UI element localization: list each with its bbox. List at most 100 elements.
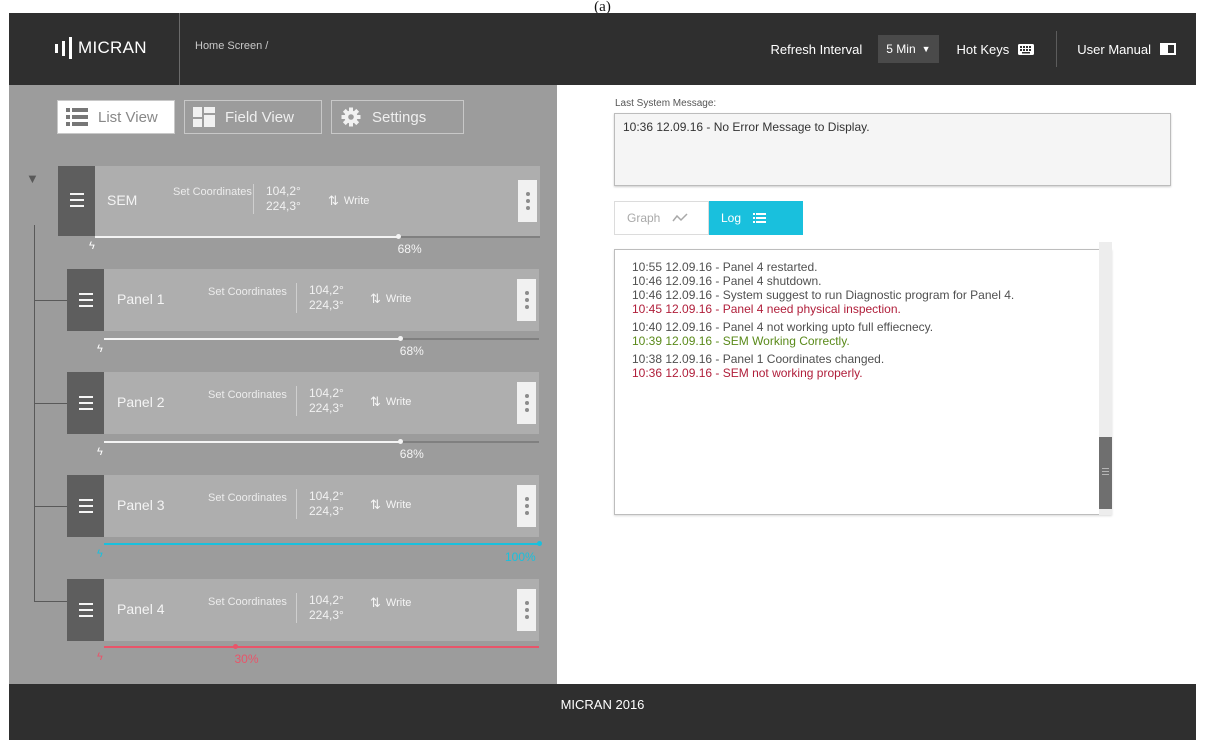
drag-handle[interactable]	[58, 166, 95, 236]
set-coordinates-label: Set Coordinates	[173, 186, 252, 198]
device-card-sem[interactable]: SEM Set Coordinates 104,2° 224,3° ⇅ Write	[58, 166, 540, 236]
drag-handle[interactable]	[67, 475, 104, 537]
more-options-icon[interactable]	[517, 485, 536, 527]
more-options-icon[interactable]	[517, 382, 536, 424]
tab-log[interactable]: Log	[709, 201, 803, 235]
power-icon: ϟ	[97, 548, 103, 560]
progress-bar	[104, 336, 539, 341]
device-name: Panel 2	[117, 394, 165, 410]
grid-icon	[193, 107, 215, 127]
more-options-icon[interactable]	[517, 589, 536, 631]
up-down-arrow-icon: ⇅	[370, 497, 381, 512]
drag-handle[interactable]	[67, 372, 104, 434]
hot-keys-button[interactable]: Hot Keys	[957, 42, 1035, 57]
tree-line	[34, 225, 35, 601]
log-entry: 10:46 12.09.16 - System suggest to run D…	[632, 288, 1015, 302]
log-entry: 10:45 12.09.16 - Panel 4 need physical i…	[632, 302, 901, 316]
tab-log-label: Log	[721, 211, 742, 225]
progress-bar	[104, 439, 539, 444]
grip-icon	[1102, 468, 1109, 477]
refresh-interval-select[interactable]: 5 Min ▼	[878, 35, 939, 63]
coordinate-2: 224,3°	[309, 504, 344, 518]
progress-fill	[95, 236, 398, 238]
progress-fill	[104, 441, 400, 443]
more-options-icon[interactable]	[518, 180, 537, 222]
top-bar: MICRAN Home Screen / Refresh Interval 5 …	[9, 13, 1196, 85]
write-button[interactable]: ⇅ Write	[370, 497, 411, 513]
progress-label: 68%	[399, 344, 424, 358]
log-entry: 10:40 12.09.16 - Panel 4 not working upt…	[632, 320, 934, 334]
coordinates-value: 104,2° 224,3°	[296, 489, 344, 519]
up-down-arrow-icon: ⇅	[328, 193, 339, 208]
coordinate-2: 224,3°	[309, 608, 344, 622]
tree-branch	[34, 601, 67, 602]
progress-knob[interactable]	[397, 336, 403, 341]
write-label: Write	[385, 396, 412, 408]
collapse-arrow-icon[interactable]: ▼	[26, 171, 39, 186]
logo[interactable]: MICRAN	[55, 37, 147, 59]
power-icon: ϟ	[97, 343, 103, 355]
log-panel[interactable]: 10:55 12.09.16 - Panel 4 restarted. 10:46…	[614, 242, 1112, 515]
gear-icon	[341, 107, 361, 127]
breadcrumb[interactable]: Home Screen /	[195, 40, 268, 52]
coordinates-value: 104,2° 224,3°	[296, 283, 344, 313]
device-card-panel-3[interactable]: Panel 3 Set Coordinates 104,2° 224,3° ⇅ Wr…	[67, 475, 539, 537]
device-name: Panel 3	[117, 497, 165, 513]
write-label: Write	[385, 293, 412, 305]
more-options-icon[interactable]	[517, 279, 536, 321]
write-button[interactable]: ⇅ Write	[370, 291, 411, 307]
write-label: Write	[343, 195, 370, 207]
field-view-label: Field View	[225, 108, 294, 126]
device-name: SEM	[107, 192, 138, 208]
list-view-button[interactable]: List View	[57, 100, 175, 134]
tree-branch	[34, 403, 67, 404]
progress-knob[interactable]	[537, 541, 542, 546]
up-down-arrow-icon: ⇅	[370, 595, 381, 610]
line-chart-icon	[672, 213, 688, 222]
hamburger-icon	[79, 396, 93, 414]
coordinate-1: 104,2°	[309, 593, 344, 607]
system-message-box: 10:36 12.09.16 - No Error Message to Dis…	[614, 113, 1171, 186]
coordinate-2: 224,3°	[309, 298, 344, 312]
write-button[interactable]: ⇅ Write	[370, 394, 411, 410]
field-view-button[interactable]: Field View	[184, 100, 322, 134]
progress-label: 68%	[397, 242, 422, 256]
log-entry: 10:36 12.09.16 - SEM not working properl…	[632, 366, 863, 380]
progress-knob[interactable]	[395, 234, 401, 239]
coordinate-1: 104,2°	[266, 184, 301, 198]
progress-bar	[104, 541, 542, 546]
progress-knob[interactable]	[397, 439, 403, 444]
coordinate-2: 224,3°	[309, 401, 344, 415]
user-manual-button[interactable]: User Manual	[1077, 42, 1176, 57]
coordinates-value: 104,2° 224,3°	[296, 386, 344, 416]
coordinate-1: 104,2°	[309, 283, 344, 297]
tab-graph[interactable]: Graph	[614, 201, 709, 235]
log-entry: 10:46 12.09.16 - Panel 4 shutdown.	[632, 274, 822, 288]
refresh-interval-label: Refresh Interval	[770, 41, 863, 57]
progress-knob[interactable]	[232, 644, 238, 649]
settings-button[interactable]: Settings	[331, 100, 464, 134]
device-card-panel-1[interactable]: Panel 1 Set Coordinates 104,2° 224,3° ⇅ Wr…	[67, 269, 539, 331]
tree-branch	[34, 300, 67, 301]
hamburger-icon	[70, 193, 84, 211]
progress-label: 30%	[234, 652, 259, 666]
up-down-arrow-icon: ⇅	[370, 394, 381, 409]
write-button[interactable]: ⇅ Write	[370, 595, 411, 611]
device-card-panel-2[interactable]: Panel 2 Set Coordinates 104,2° 224,3° ⇅ Wr…	[67, 372, 539, 434]
device-panel: List View Field View Settings ▼ SEM Set …	[9, 85, 557, 684]
progress-fill	[104, 646, 235, 648]
user-manual-label: User Manual	[1077, 41, 1151, 57]
last-system-message-label: Last System Message:	[615, 98, 717, 109]
drag-handle[interactable]	[67, 269, 104, 331]
coordinates-value: 104,2° 224,3°	[296, 593, 344, 623]
device-card-panel-4[interactable]: Panel 4 Set Coordinates 104,2° 224,3° ⇅ Wr…	[67, 579, 539, 641]
info-panel: Last System Message: 10:36 12.09.16 - No…	[557, 85, 1196, 684]
hamburger-icon	[79, 499, 93, 517]
write-button[interactable]: ⇅ Write	[328, 193, 369, 209]
tab-graph-label: Graph	[627, 211, 661, 225]
scrollbar-thumb[interactable]	[1099, 437, 1112, 509]
up-down-arrow-icon: ⇅	[370, 291, 381, 306]
list-view-label: List View	[98, 108, 158, 126]
list-icon	[753, 213, 767, 223]
drag-handle[interactable]	[67, 579, 104, 641]
